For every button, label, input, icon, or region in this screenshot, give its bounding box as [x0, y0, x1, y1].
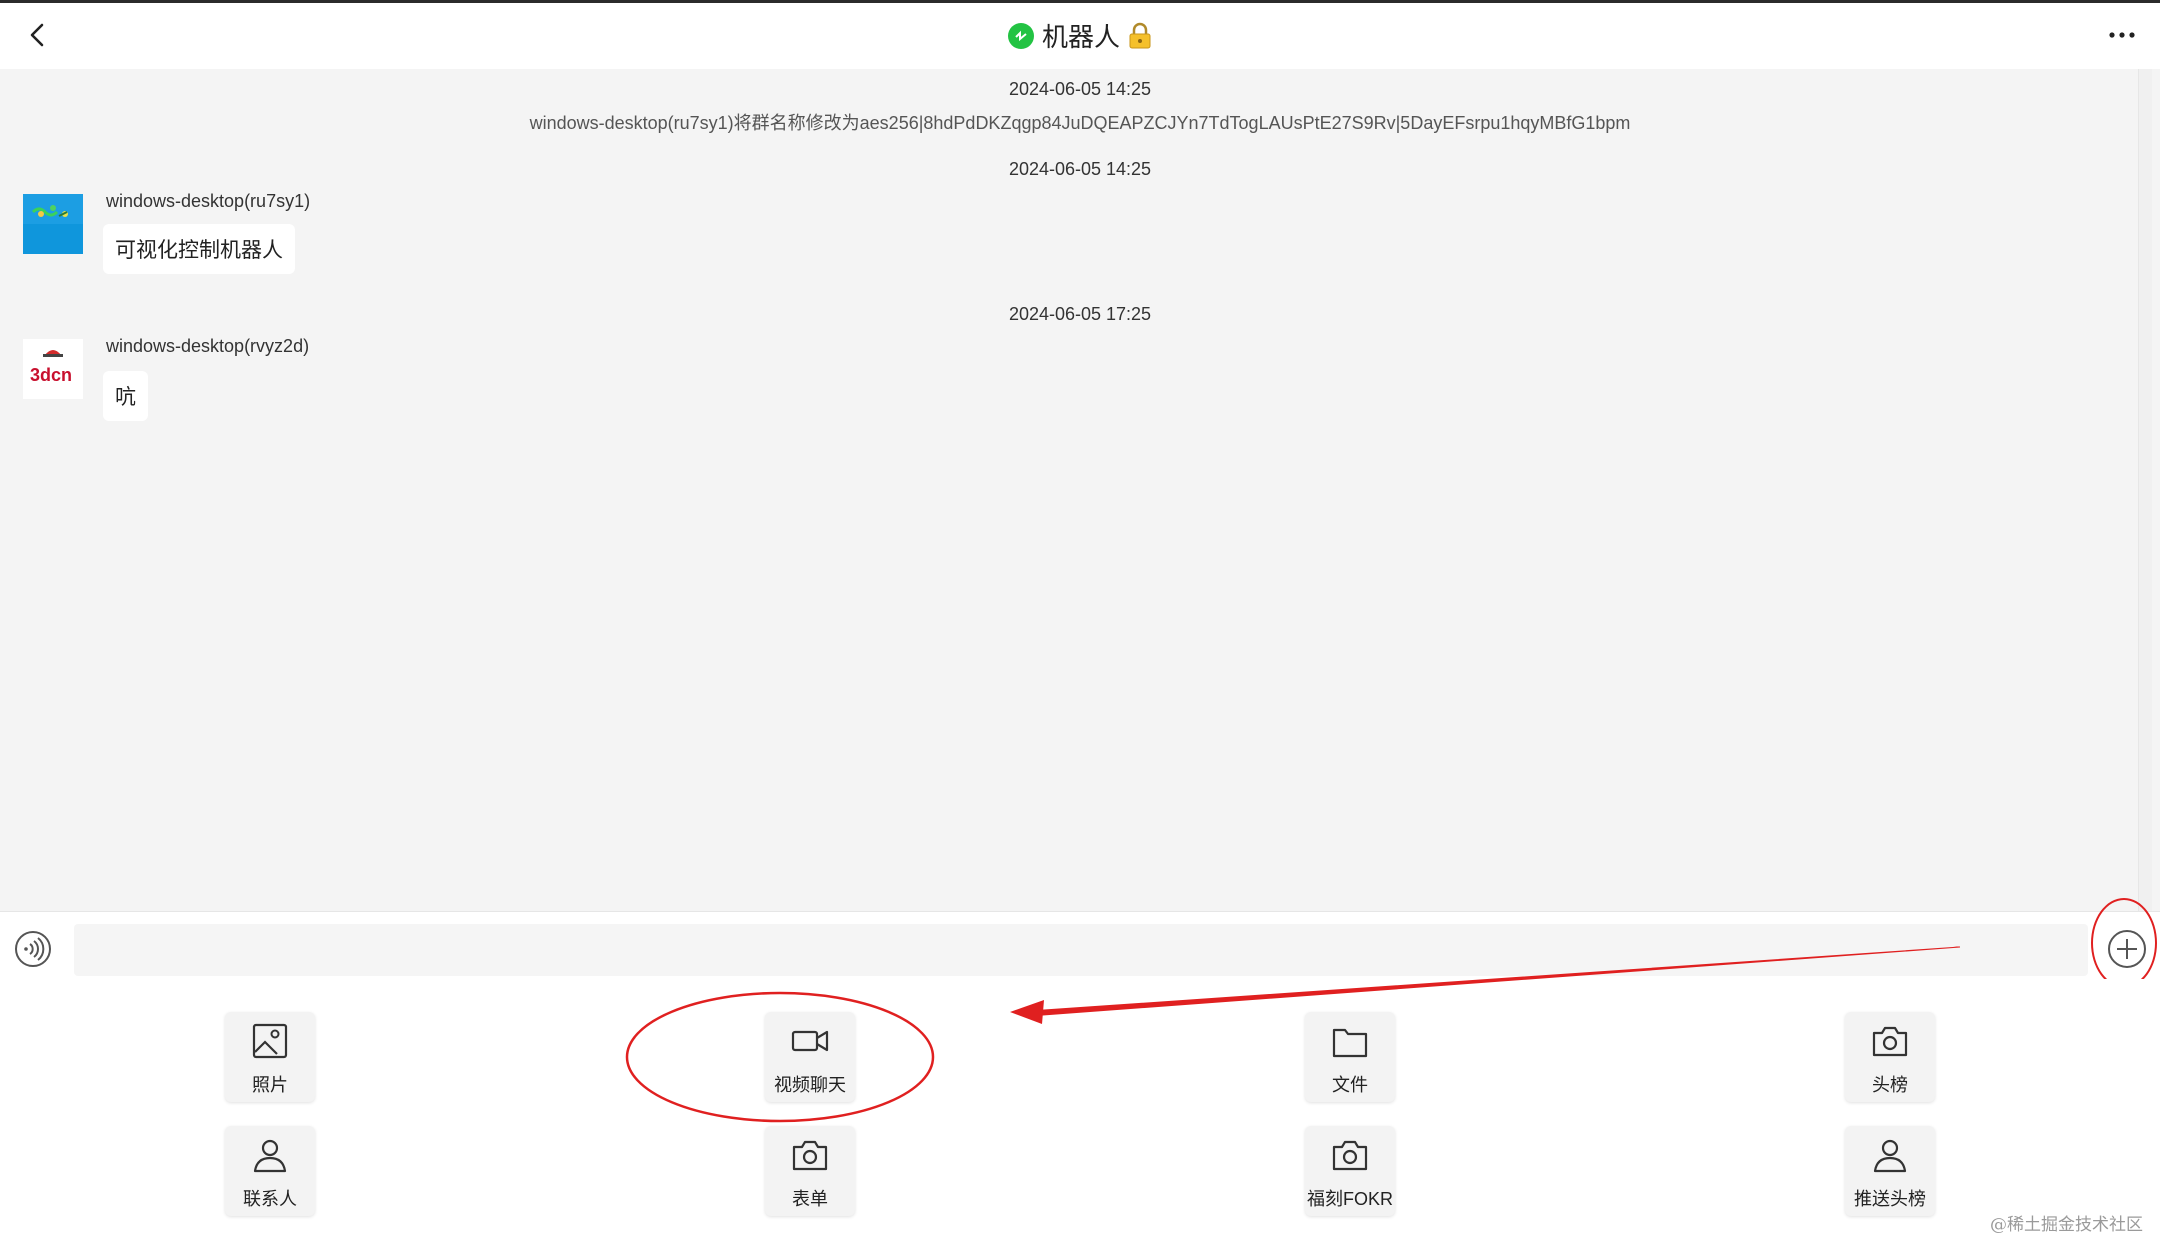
- message-sender: windows-desktop(ru7sy1): [106, 191, 311, 211]
- chat-area[interactable]: 2024-06-05 14:25 windows-desktop(ru7sy1)…: [0, 69, 2160, 911]
- video-camera-icon: [791, 1030, 829, 1052]
- more-actions-button[interactable]: [2104, 926, 2150, 972]
- action-file[interactable]: 文件: [1305, 1012, 1395, 1102]
- avatar[interactable]: [23, 194, 83, 254]
- camera-icon: [1332, 1140, 1368, 1171]
- action-photo[interactable]: 照片: [225, 1012, 315, 1102]
- timestamp: 2024-06-05 14:25: [1008, 79, 1152, 99]
- image-icon: [252, 1023, 288, 1059]
- action-label: 福刻FOKR: [1306, 1189, 1393, 1209]
- camera-icon: [792, 1140, 828, 1171]
- action-label: 头榜: [1872, 1075, 1908, 1095]
- action-label: 联系人: [243, 1189, 297, 1209]
- green-status-icon: [1007, 22, 1034, 49]
- page-title: 机器人: [1041, 22, 1120, 52]
- action-video-chat[interactable]: 视频聊天: [765, 1012, 855, 1102]
- camera-icon: [1872, 1026, 1908, 1057]
- user-icon: [1873, 1139, 1907, 1173]
- voice-icon: [15, 931, 51, 967]
- avatar[interactable]: 3dcn: [23, 339, 83, 399]
- action-label: 照片: [252, 1075, 288, 1095]
- action-toubang[interactable]: 头榜: [1845, 1012, 1935, 1102]
- page-title-wrap: 机器人: [0, 17, 2160, 57]
- folder-icon: [1332, 1028, 1368, 1058]
- action-push-toubang[interactable]: 推送头榜: [1845, 1126, 1935, 1216]
- lock-icon: [1128, 22, 1152, 50]
- scrollbar[interactable]: [2138, 69, 2152, 911]
- action-contacts[interactable]: 联系人: [225, 1126, 315, 1216]
- message-sender: windows-desktop(rvyz2d): [106, 336, 310, 356]
- action-fokr[interactable]: 福刻FOKR: [1305, 1126, 1395, 1216]
- watermark: @稀土掘金技术社区: [1990, 1215, 2143, 1235]
- action-label: 表单: [792, 1189, 828, 1209]
- message-bubble[interactable]: 可视化控制机器人: [103, 224, 295, 274]
- plus-circle-icon: [2108, 930, 2146, 968]
- action-label: 视频聊天: [774, 1075, 846, 1095]
- system-message: windows-desktop(ru7sy1)将群名称修改为aes256|8hd…: [529, 113, 1631, 133]
- action-form[interactable]: 表单: [765, 1126, 855, 1216]
- actions-panel: 照片 视频聊天 文件 头榜 联系人 表单 福刻FOKR 推送头榜: [0, 979, 2160, 1239]
- action-label: 推送头榜: [1854, 1189, 1926, 1209]
- action-label: 文件: [1332, 1075, 1368, 1095]
- message-bubble[interactable]: 吭: [103, 371, 148, 421]
- timestamp: 2024-06-05 17:25: [1008, 304, 1152, 324]
- input-bar: [0, 911, 2160, 979]
- timestamp: 2024-06-05 14:25: [1008, 159, 1152, 179]
- more-button[interactable]: [2098, 19, 2150, 51]
- header-bar: 机器人: [0, 3, 2160, 69]
- more-horizontal-icon: [2109, 32, 2135, 38]
- voice-button[interactable]: [13, 929, 53, 969]
- message-input[interactable]: [74, 924, 2088, 976]
- avatar-text: 3dcn: [30, 365, 73, 385]
- user-icon: [253, 1139, 287, 1173]
